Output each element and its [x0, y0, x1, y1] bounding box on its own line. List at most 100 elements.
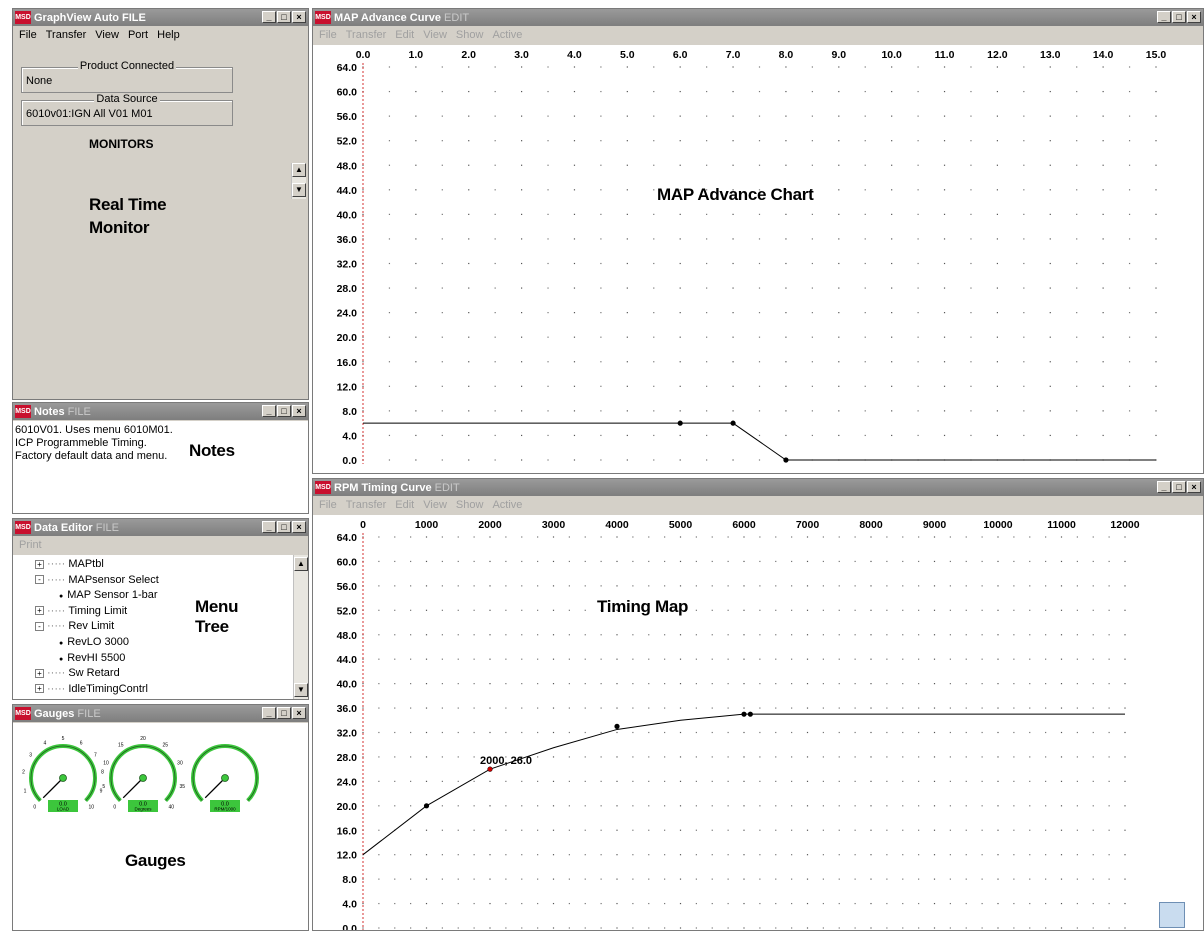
curve-point[interactable] — [747, 711, 753, 717]
curve-point[interactable] — [730, 420, 736, 426]
curve-line[interactable] — [362, 713, 1125, 856]
map-titlebar[interactable]: MSD MAP Advance Curve EDIT _ □ × — [313, 9, 1203, 26]
grid-dot — [822, 902, 824, 905]
menu-port[interactable]: Port — [128, 29, 148, 41]
tree-collapse-icon[interactable]: - — [35, 621, 44, 631]
monitor-scrollbar[interactable]: ▲ ▼ — [291, 163, 306, 199]
maximize-icon[interactable]: □ — [277, 707, 291, 719]
grid-dot — [933, 609, 936, 611]
menu-transfer[interactable]: Transfer — [346, 499, 387, 511]
grid-dot — [1076, 878, 1078, 880]
menu-print[interactable]: Print — [19, 539, 42, 551]
curve-line[interactable] — [363, 422, 1156, 461]
rpm-titlebar[interactable]: MSD RPM Timing Curve EDIT _ □ × — [313, 479, 1203, 496]
map-chart-area[interactable]: 0.0 1.0 2.0 3.0 4.0 5.0 6.0 7.0 8.0 9.0 10.0 11.0 12… — [313, 45, 1203, 473]
grid-dot — [943, 361, 946, 363]
grid-dot — [1102, 164, 1104, 166]
grid-dot — [933, 707, 936, 709]
minimize-icon[interactable]: _ — [1157, 481, 1171, 493]
tree-item[interactable]: + ····· Sw Retard — [35, 667, 120, 679]
scroll-up-icon[interactable]: ▲ — [292, 163, 306, 177]
close-icon[interactable]: × — [292, 707, 306, 719]
data-editor-titlebar[interactable]: MSD Data Editor FILE _ □ × — [13, 519, 308, 536]
menu-active[interactable]: Active — [492, 29, 522, 41]
tree-item[interactable]: + ····· MAPtbl — [35, 558, 104, 570]
rpm-timing-chart[interactable]: 0 1000 2000 3000 4000 5000 6000 7000 8000 9000 100… — [313, 515, 1203, 930]
menu-show[interactable]: Show — [456, 499, 484, 511]
tree-item[interactable]: + ····· Timing Limit — [35, 605, 127, 617]
tree-expand-icon[interactable]: + — [35, 559, 44, 569]
close-icon[interactable]: × — [292, 521, 306, 533]
map-advance-chart[interactable]: 0.0 1.0 2.0 3.0 4.0 5.0 6.0 7.0 8.0 9.0 10.0 11.0 12… — [313, 45, 1203, 473]
grid-dot — [568, 829, 570, 831]
menu-file[interactable]: File — [319, 499, 337, 511]
grid-dot — [1045, 805, 1047, 807]
grid-dot — [1092, 780, 1094, 782]
tree-expand-icon[interactable]: + — [35, 684, 44, 694]
graphview-titlebar[interactable]: MSD GraphView Auto FILE _ □ × — [13, 9, 308, 26]
grid-dot — [727, 560, 729, 563]
grid-dot — [521, 164, 523, 166]
menu-view[interactable]: View — [423, 29, 447, 41]
notes-line: 6010V01. Uses menu 6010M01. — [15, 424, 173, 436]
menu-transfer[interactable]: Transfer — [346, 29, 387, 41]
maximize-icon[interactable]: □ — [1172, 481, 1186, 493]
maximize-icon[interactable]: □ — [277, 11, 291, 23]
menu-help[interactable]: Help — [157, 29, 180, 41]
minimize-icon[interactable]: _ — [262, 521, 276, 533]
grid-dot — [695, 878, 697, 880]
selected-point[interactable] — [487, 766, 493, 772]
grid-dot — [997, 731, 999, 734]
tree-item[interactable]: - ····· MAPsensor Select — [35, 574, 159, 586]
curve-point[interactable] — [423, 803, 430, 809]
resize-handle-icon[interactable] — [1159, 902, 1185, 928]
y-tick-label: 48.0 — [337, 630, 358, 642]
tree-expand-icon[interactable]: + — [35, 606, 44, 616]
maximize-icon[interactable]: □ — [277, 521, 291, 533]
tree-expand-icon[interactable]: + — [35, 668, 44, 678]
menu-view[interactable]: View — [423, 499, 447, 511]
scroll-down-icon[interactable]: ▼ — [294, 683, 308, 697]
grid-dot — [568, 536, 570, 538]
gauges-titlebar[interactable]: MSD Gauges FILE _ □ × — [13, 705, 308, 722]
tree-scrollbar[interactable]: ▲ ▼ — [293, 555, 308, 699]
menu-edit[interactable]: Edit — [395, 499, 414, 511]
menu-view[interactable]: View — [95, 29, 119, 41]
close-icon[interactable]: × — [1187, 11, 1201, 23]
minimize-icon[interactable]: _ — [262, 405, 276, 417]
tree-item[interactable]: ● MAP Sensor 1-bar — [59, 589, 158, 601]
tree-item[interactable]: ● RevHI 5500 — [59, 652, 125, 664]
maximize-icon[interactable]: □ — [277, 405, 291, 417]
minimize-icon[interactable]: _ — [262, 707, 276, 719]
menu-file[interactable]: File — [319, 29, 337, 41]
menu-edit[interactable]: Edit — [395, 29, 414, 41]
menu-transfer[interactable]: Transfer — [46, 29, 87, 41]
tree-item[interactable]: ● RevLO 3000 — [59, 636, 129, 648]
close-icon[interactable]: × — [292, 405, 306, 417]
tree-collapse-icon[interactable]: - — [35, 575, 44, 585]
curve-point[interactable] — [783, 457, 789, 463]
grid-dot — [886, 609, 888, 611]
maximize-icon[interactable]: □ — [1172, 11, 1186, 23]
curve-point[interactable] — [741, 711, 747, 717]
menu-show[interactable]: Show — [456, 29, 484, 41]
grid-dot — [1102, 66, 1104, 68]
notes-titlebar[interactable]: MSD Notes FILE _ □ × — [13, 403, 308, 420]
minimize-icon[interactable]: _ — [262, 11, 276, 23]
tree-item[interactable]: + ····· IdleTimingContrl — [35, 683, 148, 695]
curve-point[interactable] — [677, 420, 683, 426]
notes-line: ICP Programmeble Timing. — [15, 437, 147, 449]
grid-dot — [1155, 115, 1157, 117]
curve-point[interactable] — [614, 723, 620, 729]
rpm-chart-area[interactable]: 0 1000 2000 3000 4000 5000 6000 7000 8000 9000 100… — [313, 515, 1203, 930]
close-icon[interactable]: × — [1187, 481, 1201, 493]
menu-active[interactable]: Active — [492, 499, 522, 511]
scroll-up-icon[interactable]: ▲ — [294, 557, 308, 571]
notes-text-area[interactable]: 6010V01. Uses menu 6010M01. ICP Programm… — [13, 421, 308, 513]
minimize-icon[interactable]: _ — [1157, 11, 1171, 23]
close-icon[interactable]: × — [292, 11, 306, 23]
tree-item[interactable]: - ····· Rev Limit — [35, 620, 114, 632]
grid-dot — [378, 780, 380, 782]
scroll-down-icon[interactable]: ▼ — [292, 183, 306, 197]
menu-file[interactable]: File — [19, 29, 37, 41]
